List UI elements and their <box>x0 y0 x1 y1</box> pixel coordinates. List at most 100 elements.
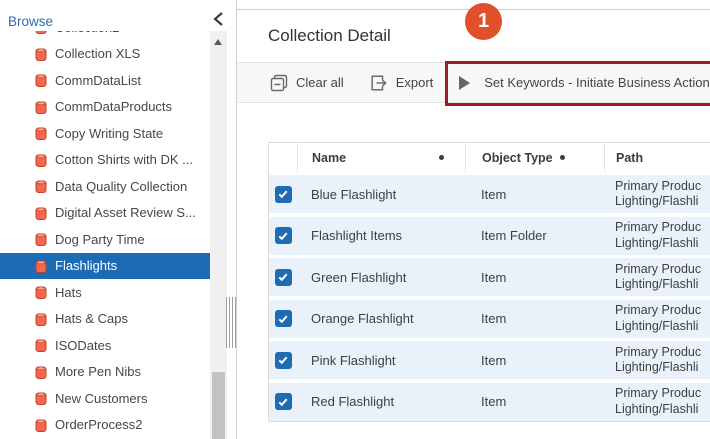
set-keywords-button[interactable]: Set Keywords - Initiate Business Action <box>459 75 709 90</box>
cell-name: Pink Flashlight <box>297 341 465 379</box>
sidebar-item[interactable]: More Pen Nibs <box>0 359 210 386</box>
collection-icon <box>35 206 47 220</box>
sidebar-item[interactable]: CommDataProducts <box>0 94 210 121</box>
sidebar-item[interactable]: Hats <box>0 279 210 306</box>
checkbox-checked-icon <box>275 310 292 327</box>
cell-path: Primary Produc Lighting/Flashli <box>604 300 710 338</box>
row-checkbox[interactable] <box>269 258 297 296</box>
path-line-2: Lighting/Flashli <box>615 194 698 210</box>
collection-icon <box>35 365 47 379</box>
sidebar-title: Browse <box>8 14 53 29</box>
table-row[interactable]: Pink Flashlight Item Primary Produc Ligh… <box>269 341 710 379</box>
sidebar-item[interactable]: Dog Party Time <box>0 226 210 253</box>
sidebar-item[interactable]: CommDataList <box>0 67 210 94</box>
collection-icon <box>35 285 47 299</box>
path-line-1: Primary Produc <box>615 262 701 278</box>
path-line-2: Lighting/Flashli <box>615 236 698 252</box>
cell-name: Red Flashlight <box>297 383 465 421</box>
sidebar-item[interactable]: Flashlights <box>0 253 210 280</box>
sidebar-item-label: Dog Party Time <box>55 232 145 247</box>
set-keywords-label: Set Keywords - Initiate Business Action <box>484 75 709 90</box>
export-icon <box>370 74 388 92</box>
checkbox-checked-icon <box>275 269 292 286</box>
path-line-2: Lighting/Flashli <box>615 319 698 335</box>
collection-list: Collection2 Collection XLS CommDataList … <box>0 31 210 439</box>
clear-all-button[interactable]: Clear all <box>270 74 344 92</box>
path-line-1: Primary Produc <box>615 345 701 361</box>
cell-object-type: Item <box>465 341 604 379</box>
collection-icon <box>35 418 47 432</box>
row-checkbox[interactable] <box>269 175 297 213</box>
cell-path: Primary Produc Lighting/Flashli <box>604 383 710 421</box>
sidebar-item[interactable]: New Customers <box>0 385 210 412</box>
sidebar-item-label: Copy Writing State <box>55 126 163 141</box>
cell-object-type: Item Folder <box>465 217 604 255</box>
clear-all-icon <box>270 74 288 92</box>
checkbox-checked-icon <box>275 352 292 369</box>
cell-object-type: Item <box>465 258 604 296</box>
sidebar-item[interactable]: ISODates <box>0 332 210 359</box>
sidebar-item-label: Collection2 <box>55 31 119 35</box>
path-line-1: Primary Produc <box>615 220 701 236</box>
column-header[interactable]: Name <box>297 143 465 172</box>
collection-icon <box>35 259 47 273</box>
sidebar-item[interactable]: Collection2 <box>0 31 210 41</box>
collection-icon <box>35 126 47 140</box>
collection-icon <box>35 100 47 114</box>
sidebar-item[interactable]: Digital Asset Review S... <box>0 200 210 227</box>
path-line-2: Lighting/Flashli <box>615 277 698 293</box>
sidebar-item[interactable]: Cotton Shirts with DK ... <box>0 147 210 174</box>
cell-path: Primary Produc Lighting/Flashli <box>604 217 710 255</box>
column-header-label: Object Type <box>482 151 553 165</box>
path-line-2: Lighting/Flashli <box>615 402 698 418</box>
table-row[interactable]: Orange Flashlight Item Primary Produc Li… <box>269 300 710 338</box>
row-checkbox[interactable] <box>269 300 297 338</box>
table-row[interactable]: Red Flashlight Item Primary Produc Light… <box>269 383 710 421</box>
toolbar: Clear all Export Set Keywords - Initiate… <box>237 62 710 103</box>
collection-icon <box>35 47 47 61</box>
scrollbar-thumb[interactable] <box>212 372 225 439</box>
sidebar-item[interactable]: Hats & Caps <box>0 306 210 333</box>
sidebar-item-label: New Customers <box>55 391 147 406</box>
sidebar-item[interactable]: Collection XLS <box>0 41 210 68</box>
export-label: Export <box>396 75 434 90</box>
panel-resize-handle[interactable] <box>226 297 236 348</box>
sidebar-item-label: More Pen Nibs <box>55 364 141 379</box>
cell-name: Flashlight Items <box>297 217 465 255</box>
select-all-column-header[interactable] <box>269 143 297 172</box>
collection-items-table: Name Object Type Path Blue Flashlight It… <box>268 142 710 422</box>
checkbox-checked-icon <box>275 227 292 244</box>
sidebar-item[interactable]: OrderProcess2 <box>0 412 210 439</box>
column-header[interactable]: Object Type <box>465 143 604 172</box>
sidebar-item-label: Collection XLS <box>55 46 140 61</box>
cell-path: Primary Produc Lighting/Flashli <box>604 258 710 296</box>
column-header[interactable]: Path <box>604 143 710 172</box>
checkbox-checked-icon <box>275 186 292 203</box>
table-row[interactable]: Flashlight Items Item Folder Primary Pro… <box>269 217 710 255</box>
play-icon <box>459 76 470 90</box>
collection-icon <box>35 73 47 87</box>
scroll-up-icon[interactable] <box>214 39 222 45</box>
row-checkbox[interactable] <box>269 341 297 379</box>
collection-icon <box>35 31 47 34</box>
sidebar-item-label: Digital Asset Review S... <box>55 205 196 220</box>
table-row[interactable]: Green Flashlight Item Primary Produc Lig… <box>269 258 710 296</box>
table-row[interactable]: Blue Flashlight Item Primary Produc Ligh… <box>269 175 710 213</box>
browse-sidebar: Browse Collection2 Collection XLS <box>0 0 236 439</box>
row-checkbox[interactable] <box>269 383 297 421</box>
cell-name: Orange Flashlight <box>297 300 465 338</box>
page-title: Collection Detail <box>268 26 391 46</box>
row-checkbox[interactable] <box>269 217 297 255</box>
sidebar-scrollbar[interactable] <box>210 31 227 439</box>
sidebar-item[interactable]: Copy Writing State <box>0 120 210 147</box>
export-button[interactable]: Export <box>370 74 434 92</box>
annotation-step-badge: 1 <box>465 3 502 40</box>
sidebar-item-label: CommDataList <box>55 73 141 88</box>
table-header-row: Name Object Type Path <box>269 142 710 172</box>
path-line-1: Primary Produc <box>615 386 701 402</box>
chevron-left-icon[interactable] <box>212 11 224 27</box>
collection-icon <box>35 153 47 167</box>
sidebar-item[interactable]: Data Quality Collection <box>0 173 210 200</box>
collection-icon <box>35 179 47 193</box>
sidebar-item-label: Hats & Caps <box>55 311 128 326</box>
